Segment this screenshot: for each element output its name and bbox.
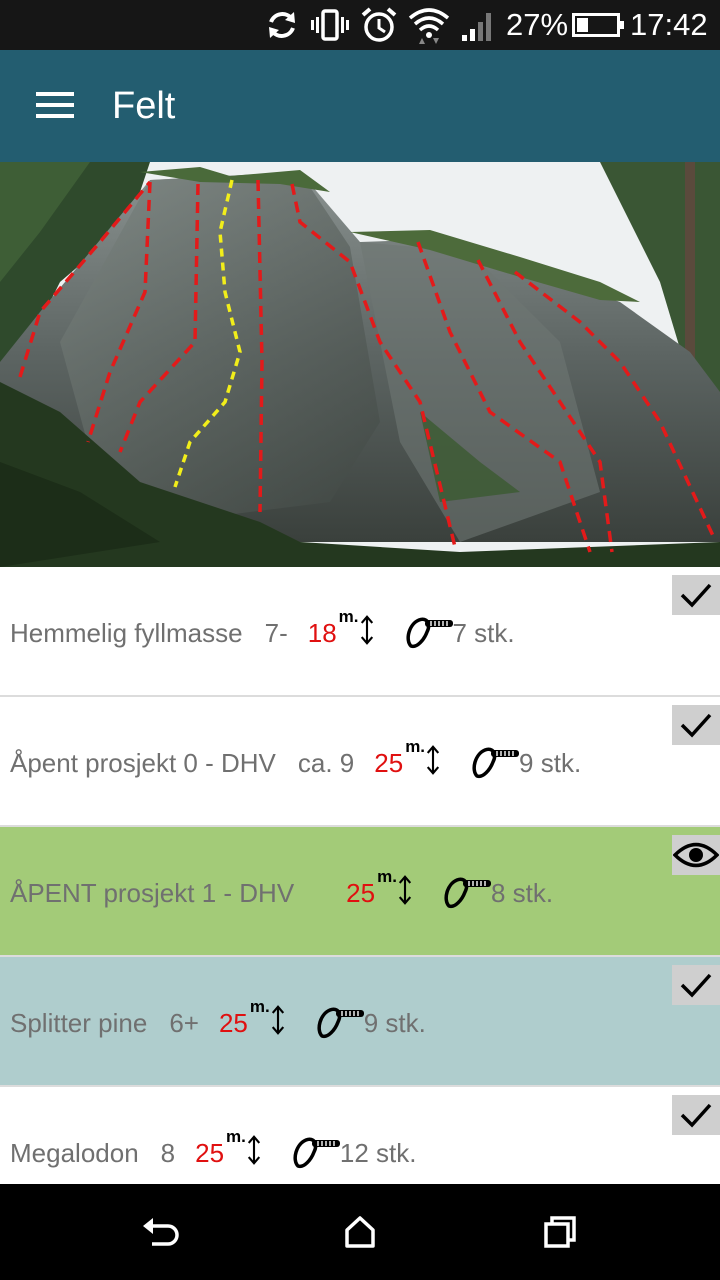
bolt-hanger-icon [292,1136,342,1170]
length-unit: m. [405,736,426,756]
route-grade: ca. 9 [297,747,355,778]
route-bolt-count: 9 stk. [519,747,582,778]
route-name: ÅPENT prosjekt 1 - DHV [10,877,295,908]
route-bolt-count: 8 stk. [490,877,554,908]
height-arrow-icon [246,1134,262,1172]
vibrate-icon [311,9,349,41]
height-arrow-icon [359,614,375,652]
navigation-bar [0,1184,720,1280]
route-length: 25 [218,1007,248,1038]
length-unit: m. [249,996,270,1016]
wifi-icon [408,8,450,44]
app-bar: Felt [0,50,720,162]
clock: 17:42 [630,7,708,42]
route-bolt-count: 9 stk. [363,1007,426,1038]
eye-icon[interactable] [672,835,720,875]
route-bolt-count: 12 stk. [339,1137,417,1168]
battery-icon [572,13,624,37]
route-grade: 7- [264,617,288,648]
bolt-hanger-icon [316,1006,366,1040]
check-icon[interactable] [672,1095,720,1135]
length-unit: m. [377,866,397,886]
route-row[interactable]: Splitter pine 6+ 25 m. 9 stk. [0,957,720,1087]
route-list: Hemmelig fyllmasse 7- 18 m. 7 stk. Åpent… [0,567,720,1184]
bolt-hanger-icon [405,616,455,650]
height-arrow-icon [425,744,441,782]
length-unit: m. [338,606,359,626]
route-row[interactable]: Hemmelig fyllmasse 7- 18 m. 7 stk. [0,567,720,697]
route-row[interactable]: ÅPENT prosjekt 1 - DHV 25 m. 8 stk. [0,827,720,957]
status-bar: 27% 17:42 [0,0,720,50]
sync-icon [269,12,295,38]
back-icon[interactable] [140,1212,180,1252]
page-title: Felt [112,85,176,127]
check-icon[interactable] [672,575,720,615]
check-icon[interactable] [672,965,720,1005]
cliff-photo [0,162,720,567]
route-name: Megalodon [10,1137,139,1168]
height-arrow-icon [397,874,413,912]
bolt-hanger-icon [471,746,521,780]
home-icon[interactable] [340,1212,380,1252]
route-grade: 6+ [169,1007,199,1038]
route-name: Åpent prosjekt 0 - DHV [10,747,276,778]
route-row[interactable]: Åpent prosjekt 0 - DHV ca. 9 25 m. 9 stk… [0,697,720,827]
route-name: Hemmelig fyllmasse [10,617,243,648]
signal-icon [462,13,491,41]
height-arrow-icon [270,1004,286,1042]
battery-percentage: 27% [506,7,569,42]
hamburger-menu-icon[interactable] [36,92,76,122]
route-length: 25 [374,747,404,778]
route-bolt-count: 7 stk. [452,617,515,648]
length-unit: m. [226,1126,246,1146]
route-length: 25 [346,877,376,908]
route-length: 18 [307,617,337,648]
alarm-icon [361,7,397,42]
route-grade: 8 [160,1137,176,1168]
check-icon[interactable] [672,705,720,745]
route-name: Splitter pine [10,1007,148,1038]
bolt-hanger-icon [443,876,493,910]
route-row[interactable]: Megalodon 8 25 m. 12 stk. [0,1087,720,1184]
recents-icon[interactable] [540,1212,580,1252]
route-length: 25 [195,1137,225,1168]
